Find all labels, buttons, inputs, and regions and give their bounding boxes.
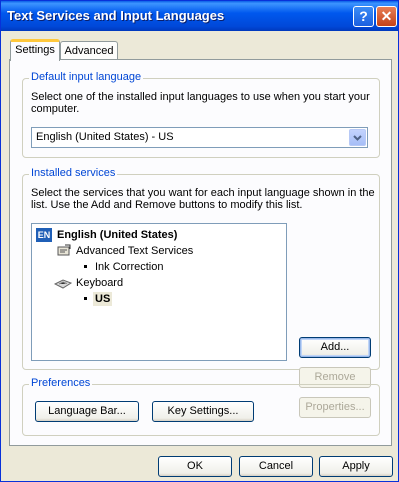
language-badge-icon: EN — [36, 228, 52, 242]
installed-services-group: Installed services Select the services t… — [22, 167, 380, 418]
chevron-down-icon[interactable] — [349, 129, 366, 146]
close-button[interactable]: ✕ — [376, 6, 397, 27]
services-tree[interactable]: EN English (United States) Advanced Text… — [31, 223, 287, 361]
keyboard-icon — [53, 276, 73, 293]
title-bar[interactable]: Text Services and Input Languages ? ✕ — [1, 1, 398, 31]
default-language-select[interactable]: English (United States) - US — [31, 127, 368, 148]
default-input-description: Select one of the installed input langua… — [31, 91, 370, 115]
installed-services-legend: Installed services — [29, 167, 118, 179]
default-input-group: Default input language Select one of the… — [22, 71, 380, 158]
window-title: Text Services and Input Languages — [7, 8, 225, 23]
help-button[interactable]: ? — [353, 6, 374, 27]
tree-item-keyboard[interactable]: Keyboard — [76, 276, 123, 290]
tab-advanced[interactable]: Advanced — [60, 41, 118, 61]
preferences-legend: Preferences — [29, 377, 93, 389]
dialog-window: Text Services and Input Languages ? ✕ Se… — [0, 0, 399, 482]
default-input-legend: Default input language — [29, 71, 144, 83]
tree-item-ink-correction[interactable]: Ink Correction — [95, 260, 163, 274]
settings-panel: Default input language Select one of the… — [9, 59, 392, 446]
bullet-icon — [84, 265, 87, 268]
tree-item-layout-us[interactable]: US — [93, 292, 113, 306]
key-settings-button[interactable]: Key Settings... — [152, 401, 254, 422]
installed-services-description: Select the services that you want for ea… — [31, 187, 375, 211]
cancel-button[interactable]: Cancel — [239, 456, 313, 477]
tree-item-text-services[interactable]: Advanced Text Services — [76, 244, 193, 258]
tree-item-language[interactable]: English (United States) — [57, 228, 177, 242]
bullet-icon — [84, 297, 87, 300]
ok-button[interactable]: OK — [158, 456, 232, 477]
language-bar-button[interactable]: Language Bar... — [35, 401, 139, 422]
preferences-group: Preferences Language Bar... Key Settings… — [22, 377, 380, 436]
default-language-value: English (United States) - US — [36, 131, 174, 143]
text-services-icon — [56, 244, 72, 261]
tab-settings[interactable]: Settings — [10, 39, 60, 61]
add-button[interactable]: Add... — [299, 337, 371, 358]
apply-button[interactable]: Apply — [319, 456, 393, 477]
